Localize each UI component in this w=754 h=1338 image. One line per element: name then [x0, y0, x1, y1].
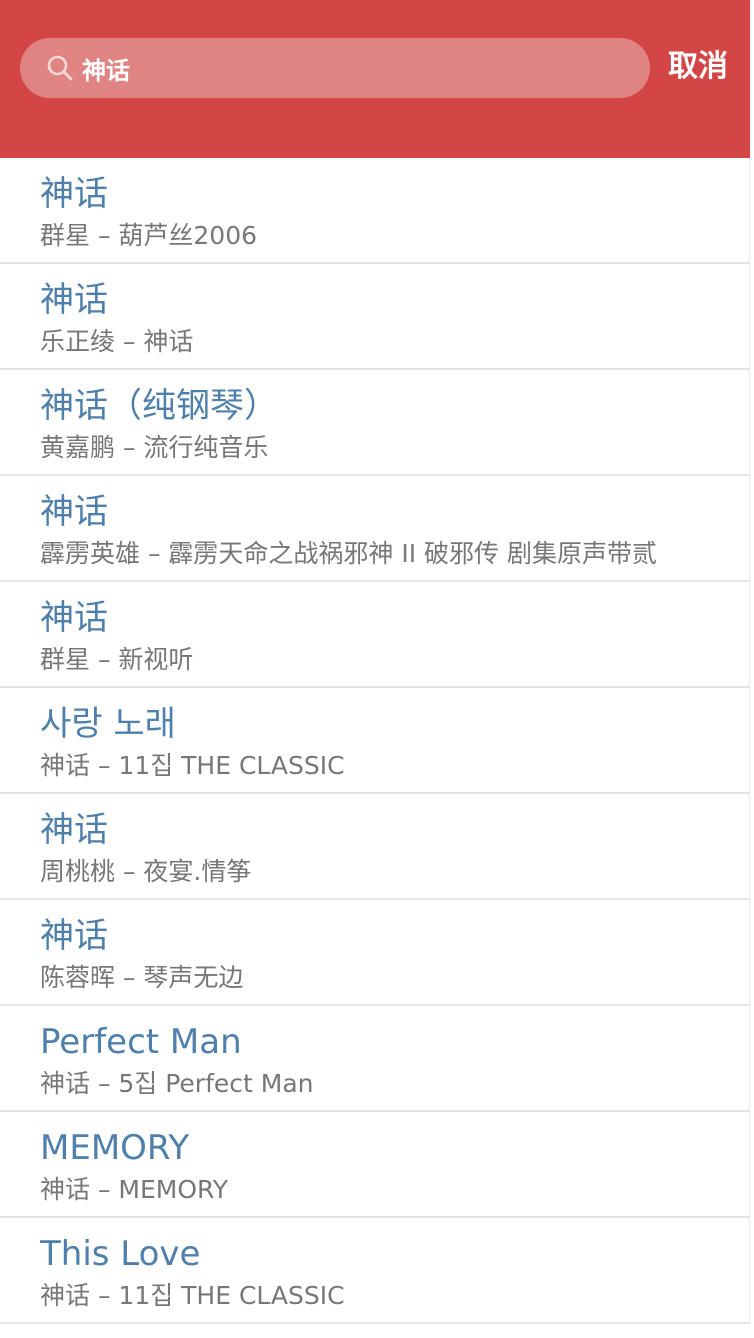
result-item[interactable]: 神话（纯钢琴） 黄嘉鹏 – 流行纯音乐: [0, 370, 749, 476]
search-box[interactable]: [20, 38, 650, 98]
song-title: 神话: [40, 492, 108, 532]
song-artist-album: 神话 – 5집 Perfect Man: [40, 1069, 314, 1098]
search-icon: [46, 54, 74, 82]
song-artist-album: 群星 – 葫芦丝2006: [40, 221, 258, 250]
result-item[interactable]: MEMORY 神话 – MEMORY: [0, 1112, 749, 1218]
result-item[interactable]: 神话 霹雳英雄 – 霹雳天命之战祸邪神 II 破邪传 剧集原声带贰: [0, 476, 749, 582]
search-page: 取消 神话 群星 – 葫芦丝2006 神话 乐正绫 – 神话 神话（纯钢琴） 黄…: [0, 0, 754, 1338]
song-artist-album: 乐正绫 – 神话: [40, 327, 194, 356]
song-title: 神话: [40, 280, 108, 320]
result-item[interactable]: 神话 群星 – 新视听: [0, 582, 749, 688]
song-title: This Love: [40, 1234, 201, 1274]
result-item[interactable]: 神话 群星 – 葫芦丝2006: [0, 158, 749, 264]
result-item[interactable]: 神话 陈蓉晖 – 琴声无边: [0, 900, 749, 1006]
song-title: 神话: [40, 598, 108, 638]
song-title: 神话: [40, 174, 108, 214]
cancel-button[interactable]: 取消: [668, 44, 728, 90]
results-list: 神话 群星 – 葫芦丝2006 神话 乐正绫 – 神话 神话（纯钢琴） 黄嘉鹏 …: [0, 158, 750, 1324]
song-title: Perfect Man: [40, 1022, 242, 1062]
song-title: 神话（纯钢琴）: [40, 386, 278, 426]
song-artist-album: 神话 – 11집 THE CLASSIC: [40, 1281, 345, 1310]
song-artist-album: 周桃桃 – 夜宴.情筝: [40, 857, 252, 886]
song-title: MEMORY: [40, 1128, 190, 1168]
song-title: 사랑 노래: [40, 704, 176, 744]
search-input[interactable]: [82, 48, 602, 88]
result-item[interactable]: Perfect Man 神话 – 5집 Perfect Man: [0, 1006, 749, 1112]
song-title: 神话: [40, 916, 108, 956]
result-item[interactable]: 神话 周桃桃 – 夜宴.情筝: [0, 794, 749, 900]
result-item[interactable]: 사랑 노래 神话 – 11집 THE CLASSIC: [0, 688, 749, 794]
song-artist-album: 群星 – 新视听: [40, 645, 194, 674]
song-artist-album: 黄嘉鹏 – 流行纯音乐: [40, 433, 269, 462]
result-item[interactable]: 神话 乐正绫 – 神话: [0, 264, 749, 370]
song-artist-album: 霹雳英雄 – 霹雳天命之战祸邪神 II 破邪传 剧集原声带贰: [40, 539, 657, 568]
result-item[interactable]: This Love 神话 – 11집 THE CLASSIC: [0, 1218, 749, 1324]
song-title: 神话: [40, 810, 108, 850]
song-artist-album: 陈蓉晖 – 琴声无边: [40, 963, 244, 992]
search-header: 取消: [0, 0, 750, 158]
song-artist-album: 神话 – 11집 THE CLASSIC: [40, 751, 345, 780]
song-artist-album: 神话 – MEMORY: [40, 1175, 229, 1204]
